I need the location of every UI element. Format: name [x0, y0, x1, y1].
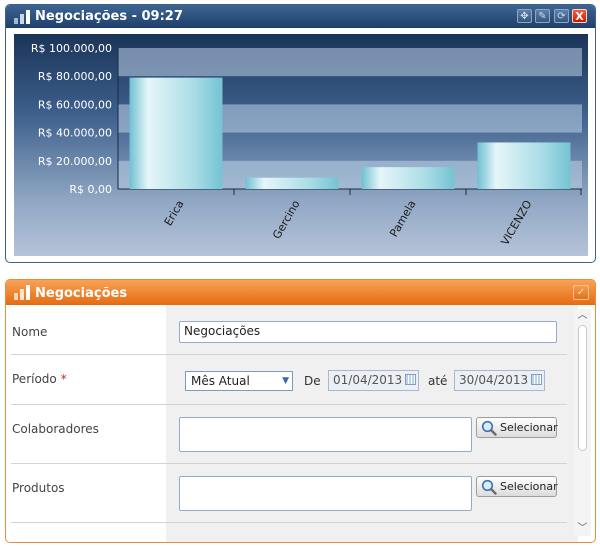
form-body: Nome Negociações Período * Mês Atual ▼ De…	[6, 305, 595, 542]
scroll-up-icon[interactable]: ︿	[574, 309, 591, 323]
form-widget-title: Negociações	[35, 286, 128, 301]
close-icon[interactable]: X	[572, 9, 587, 23]
date-from-value: 01/04/2013	[333, 373, 403, 387]
required-marker: *	[60, 372, 67, 386]
chevron-down-icon: ▼	[282, 376, 289, 386]
colaboradores-input[interactable]	[179, 417, 472, 452]
chart-widget-title: Negociações - 09:27	[35, 9, 183, 24]
nome-label: Nome	[12, 325, 48, 339]
form-widget: Negociações ✓ Nome Negociações Período * …	[5, 279, 596, 543]
magnifier-icon	[481, 479, 497, 495]
bar-chart-icon	[14, 285, 30, 300]
ate-label: até	[428, 374, 448, 388]
periodo-select-value: Mês Atual	[191, 374, 250, 388]
chart-widget: Negociações - 09:27 ✥ ✎ ⟳ X R$ 0,00 R$ 20…	[5, 4, 596, 263]
row-divider	[11, 522, 567, 523]
row-divider	[11, 404, 567, 405]
x-tick-label: Gercino	[270, 198, 303, 241]
scroll-down-icon[interactable]: ﹀	[574, 522, 591, 536]
y-tick-label: R$ 0,00	[69, 183, 112, 196]
y-tick-label: R$ 40.000,00	[38, 127, 112, 140]
scroll-thumb[interactable]	[578, 325, 587, 451]
bar-chart: R$ 0,00 R$ 20.000,00 R$ 40.000,00 R$ 60.000…	[31, 42, 582, 248]
produtos-input[interactable]	[179, 476, 472, 511]
x-tick-label: VICENZO	[498, 198, 534, 248]
x-tick-label: Erica	[162, 198, 187, 228]
produtos-label: Produtos	[12, 481, 65, 495]
chart-widget-header: Negociações - 09:27 ✥ ✎ ⟳ X	[6, 5, 595, 28]
grid-band	[118, 48, 582, 77]
de-label: De	[304, 374, 321, 388]
confirm-check-icon[interactable]: ✓	[573, 285, 589, 300]
date-to-input[interactable]: 30/04/2013	[454, 370, 545, 391]
y-tick-label: R$ 20.000,00	[38, 155, 112, 168]
x-tick-label: Pamela	[387, 198, 418, 239]
refresh-icon[interactable]: ⟳	[554, 9, 569, 23]
y-tick-label: R$ 80.000,00	[38, 70, 112, 83]
vertical-scrollbar[interactable]: ︿ ﹀	[574, 309, 591, 536]
row-divider	[11, 354, 567, 355]
colaboradores-select-button[interactable]: Selecionar	[476, 417, 558, 438]
date-to-value: 30/04/2013	[459, 373, 529, 387]
bar	[245, 177, 339, 189]
nome-input[interactable]: Negociações	[179, 321, 557, 343]
bar	[477, 142, 571, 189]
bar	[129, 77, 223, 189]
date-from-input[interactable]: 01/04/2013	[328, 370, 419, 391]
calendar-icon[interactable]	[405, 374, 416, 385]
periodo-select[interactable]: Mês Atual ▼	[185, 371, 293, 391]
magnifier-icon	[481, 420, 497, 436]
chart-plot-area: R$ 0,00 R$ 20.000,00 R$ 40.000,00 R$ 60.000…	[14, 34, 588, 256]
periodo-label: Período *	[12, 372, 67, 386]
colaboradores-label: Colaboradores	[12, 422, 99, 436]
y-tick-label: R$ 100.000,00	[31, 42, 112, 55]
edit-icon[interactable]: ✎	[535, 9, 550, 23]
calendar-icon[interactable]	[531, 374, 542, 385]
move-icon[interactable]: ✥	[517, 9, 532, 23]
produtos-select-label: Selecionar	[500, 480, 558, 493]
bar-chart-icon	[14, 10, 30, 24]
y-tick-label: R$ 60.000,00	[38, 98, 112, 111]
form-widget-header: Negociações ✓	[6, 280, 595, 305]
bar	[361, 167, 455, 189]
row-divider	[11, 463, 567, 464]
produtos-select-button[interactable]: Selecionar	[476, 476, 558, 497]
colaboradores-select-label: Selecionar	[500, 421, 558, 434]
